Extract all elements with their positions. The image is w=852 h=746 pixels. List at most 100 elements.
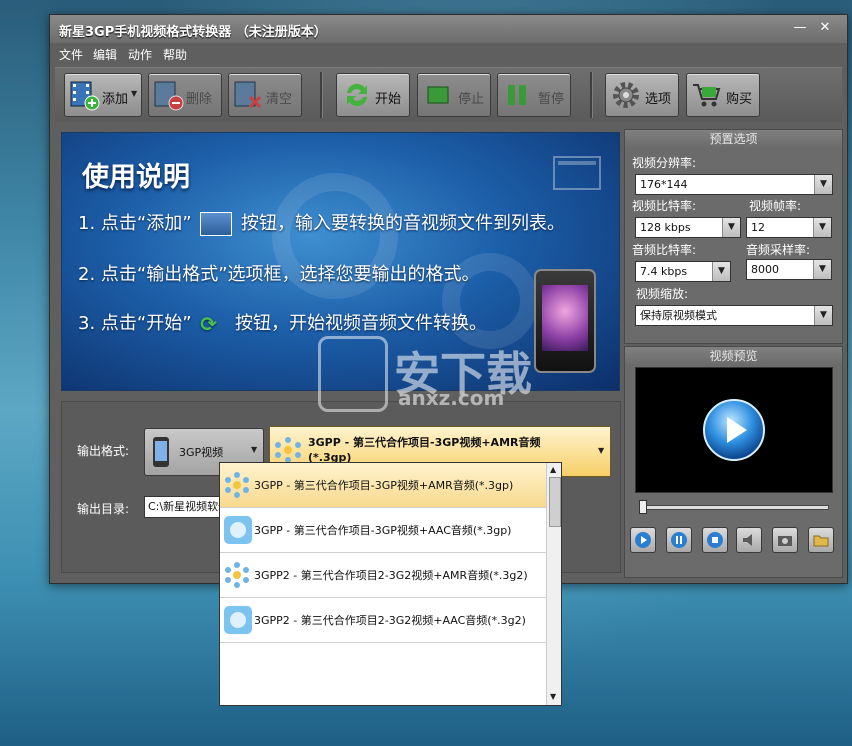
menu-file[interactable]: 文件 [59, 46, 83, 63]
film-add-icon [70, 81, 100, 111]
format-burst-icon [224, 516, 252, 544]
options-label: 选项 [645, 92, 672, 107]
stop-icon [707, 532, 723, 548]
shield-icon [318, 336, 388, 412]
watermark-subtext: anxz.com [398, 386, 505, 410]
step-1: 1. 点击“添加” 按钮，输入要转换的音视频文件到列表。 [78, 209, 565, 236]
toolbar-divider [590, 72, 593, 118]
menu-action[interactable]: 动作 [128, 46, 152, 63]
camera-icon [778, 536, 792, 546]
stop-button[interactable]: 停止 [417, 73, 491, 117]
pause-button[interactable]: 暂停 [497, 73, 571, 117]
seek-slider[interactable] [639, 500, 647, 514]
toolbar: 添加 ▼ 删除 清空 开始 停止 暂停 选项 购买 [55, 67, 842, 122]
sample-rate-select[interactable]: 8000 ▼ [746, 259, 832, 280]
format-dropdown-list[interactable]: 3GPP - 第三代合作项目-3GP视频+AMR音频(*.3gp) 3GPP -… [219, 462, 562, 706]
format-icon [275, 437, 301, 463]
output-dir-label: 输出目录: [77, 502, 130, 516]
film-add-icon [200, 212, 233, 236]
chevron-down-icon: ▼ [813, 260, 831, 279]
add-label: 添加 [102, 92, 129, 107]
buy-label: 购买 [726, 92, 753, 107]
play-icon [703, 399, 765, 461]
preview-screen[interactable] [635, 367, 833, 493]
buy-button[interactable]: 购买 [686, 73, 760, 117]
toolbar-divider [320, 72, 323, 118]
start-label: 开始 [375, 92, 402, 107]
start-button[interactable]: 开始 [336, 73, 410, 117]
chevron-down-icon: ▼ [813, 218, 831, 237]
film-clear-icon [234, 81, 262, 109]
chevron-down-icon: ▼ [251, 445, 258, 454]
scroll-up-icon: ▲ [550, 465, 557, 474]
film-delete-icon [154, 81, 184, 111]
audio-bitrate-value: 7.4 kbps [640, 265, 688, 278]
presets-header: 预置选项 [625, 130, 842, 148]
shopping-cart-icon [693, 84, 721, 107]
delete-button[interactable]: 删除 [148, 73, 222, 117]
fps-value: 12 [751, 221, 765, 234]
clear-label: 清空 [266, 92, 293, 107]
menu-help[interactable]: 帮助 [163, 46, 187, 63]
minimize-button[interactable]: — [791, 20, 809, 36]
chevron-down-icon: ▼ [722, 218, 740, 237]
folder-icon [813, 535, 829, 547]
volume-button[interactable] [736, 527, 762, 553]
presets-panel: 预置选项 视频分辨率: 176*144 ▼ 视频比特率: 视频帧率: 128 k… [624, 129, 843, 344]
close-button[interactable]: ✕ [816, 20, 834, 36]
clear-button[interactable]: 清空 [228, 73, 302, 117]
play-button[interactable] [630, 527, 656, 553]
format-option-label: 3GPP2 - 第三代合作项目2-3G2视频+AMR音频(*.3g2) [254, 569, 528, 582]
film-strip-icon [553, 156, 601, 190]
gear-icon [613, 82, 639, 108]
phone-icon [153, 437, 169, 467]
output-format-label: 输出格式: [77, 444, 130, 458]
device-value: 3GP视频 [179, 446, 224, 459]
title-bar[interactable]: 新星3GP手机视频格式转换器 （未注册版本） — ✕ [50, 15, 847, 43]
format-option-label: 3GPP - 第三代合作项目-3GP视频+AMR音频(*.3gp) [254, 479, 514, 492]
dropdown-scrollbar[interactable]: ▲ ▼ [546, 463, 561, 705]
add-button[interactable]: 添加 ▼ [64, 73, 142, 117]
format-option[interactable]: 3GPP2 - 第三代合作项目2-3G2视频+AAC音频(*.3g2) [220, 598, 546, 643]
step-2: 2. 点击“输出格式”选项框，选择您要输出的格式。 [78, 264, 480, 285]
stop-button[interactable] [702, 527, 728, 553]
window-title: 新星3GP手机视频格式转换器 （未注册版本） [59, 25, 327, 40]
menu-bar: 文件 编辑 动作 帮助 [50, 43, 847, 65]
format-dots-icon [225, 472, 249, 498]
fps-label: 视频帧率: [749, 199, 802, 213]
sample-rate-value: 8000 [751, 263, 779, 276]
options-button[interactable]: 选项 [605, 73, 679, 117]
resolution-select[interactable]: 176*144 ▼ [635, 174, 833, 195]
scroll-thumb[interactable] [549, 477, 561, 527]
video-bitrate-select[interactable]: 128 kbps ▼ [635, 217, 741, 238]
play-icon [635, 532, 651, 548]
format-option[interactable]: 3GPP - 第三代合作项目-3GP视频+AMR音频(*.3gp) [220, 463, 546, 508]
scale-select[interactable]: 保持原视频模式 ▼ [635, 305, 833, 326]
format-option[interactable]: 3GPP2 - 第三代合作项目2-3G2视频+AMR音频(*.3g2) [220, 553, 546, 598]
step-1-text-a: 1. 点击“添加” [78, 213, 192, 234]
sample-rate-label: 音频采样率: [746, 243, 811, 257]
pause-icon [508, 85, 526, 105]
video-bitrate-label: 视频比特率: [632, 199, 697, 213]
step-1-text-b: 按钮，输入要转换的音视频文件到列表。 [241, 213, 566, 234]
preview-panel: 视频预览 [624, 346, 843, 578]
step-3-text-a: 3. 点击“开始” [78, 313, 192, 334]
banner-title: 使用说明 [82, 162, 190, 193]
seek-track[interactable] [639, 505, 829, 510]
fps-select[interactable]: 12 ▼ [746, 217, 832, 238]
chevron-down-icon: ▼ [814, 306, 832, 325]
chevron-down-icon: ▼ [814, 175, 832, 194]
video-bitrate-value: 128 kbps [640, 221, 691, 234]
pause-button[interactable] [666, 527, 692, 553]
snapshot-button[interactable] [772, 527, 798, 553]
audio-bitrate-select[interactable]: 7.4 kbps ▼ [635, 261, 731, 282]
format-burst-icon [224, 606, 252, 634]
resolution-value: 176*144 [640, 178, 688, 191]
step-3-text-b: 按钮，开始视频音频文件转换。 [235, 313, 488, 334]
format-option[interactable]: 3GPP - 第三代合作项目-3GP视频+AAC音频(*.3gp) [220, 508, 546, 553]
delete-label: 删除 [186, 92, 213, 107]
menu-edit[interactable]: 编辑 [93, 46, 117, 63]
resolution-label: 视频分辨率: [632, 156, 697, 170]
format-option-label: 3GPP - 第三代合作项目-3GP视频+AAC音频(*.3gp) [254, 524, 512, 537]
open-folder-button[interactable] [808, 527, 834, 553]
